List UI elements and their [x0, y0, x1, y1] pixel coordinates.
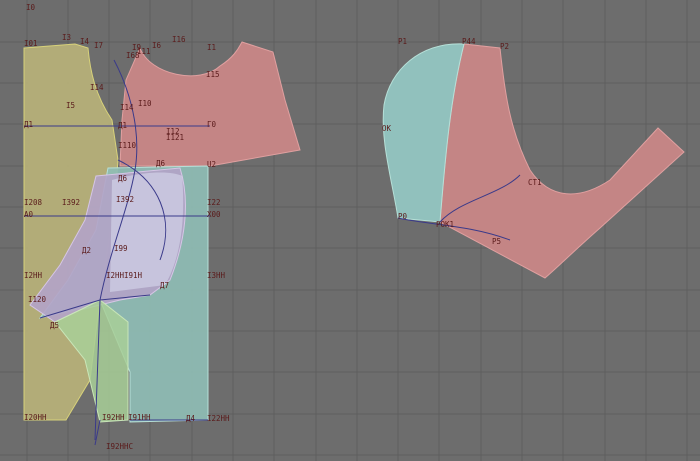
label-t16: I16 [172, 35, 186, 44]
label-t92hhc: I92ННС [106, 442, 133, 451]
label-t208: I208 [24, 198, 43, 207]
label-d6b: Д6 [118, 174, 128, 183]
label-u2: U2 [207, 160, 216, 169]
label-x00: Х00 [207, 210, 221, 219]
pattern-canvas[interactable]: I0 I01 I3 I4 I7 I9 I6 I16 I1 I11 I68 I15… [0, 0, 700, 461]
label-t3hh: I3НН [207, 271, 226, 280]
label-pok1: РОК1 [436, 220, 454, 229]
label-t3: I3 [62, 33, 71, 42]
label-ct1: СТ1 [528, 178, 542, 187]
label-d1b: Д1 [118, 121, 127, 130]
label-t6: I6 [152, 41, 162, 50]
label-t22hh: I22НН [207, 414, 230, 423]
label-t91h: I91Н [124, 271, 143, 280]
label-t14b: I14 [120, 103, 134, 112]
label-t01: I01 [24, 39, 38, 48]
label-d7: Д7 [160, 281, 169, 290]
label-g0: Г0 [207, 120, 217, 129]
label-t14: I14 [90, 83, 104, 92]
label-t4: I4 [80, 37, 90, 46]
label-t2hh: I2НН [24, 271, 43, 280]
label-t15: I15 [206, 70, 220, 79]
label-t0: I0 [26, 3, 36, 12]
label-p5: Р5 [492, 237, 501, 246]
label-d5: Д5 [50, 321, 59, 330]
label-t120: I120 [28, 295, 47, 304]
label-t392b: I392 [116, 195, 134, 204]
label-t392: I392 [62, 198, 80, 207]
label-p44: Р44 [462, 37, 476, 46]
label-ok: ОК [382, 124, 392, 133]
label-t1: I1 [207, 43, 216, 52]
label-t10: I10 [138, 99, 152, 108]
label-d1: Д1 [24, 120, 33, 129]
label-t92hh: I92НН [102, 413, 125, 422]
label-t5: I5 [66, 101, 75, 110]
label-t7: I7 [94, 41, 103, 50]
label-p0: Р0 [398, 212, 408, 221]
label-d4: Д4 [186, 414, 196, 423]
label-t91hh: I91НН [128, 413, 151, 422]
label-d6: Д6 [156, 159, 166, 168]
label-t110: I110 [118, 141, 137, 150]
label-t68: I68 [126, 51, 140, 60]
label-t20hh: I20НН [24, 413, 47, 422]
label-p2: Р2 [500, 42, 509, 51]
label-t121: I121 [166, 133, 184, 142]
label-t2hh-b: I2НН [106, 271, 125, 280]
label-t99: I99 [114, 244, 128, 253]
label-p1: Р1 [398, 37, 407, 46]
label-d2: Д2 [82, 246, 91, 255]
label-t22: I22 [207, 198, 221, 207]
label-a0: А0 [24, 210, 34, 219]
